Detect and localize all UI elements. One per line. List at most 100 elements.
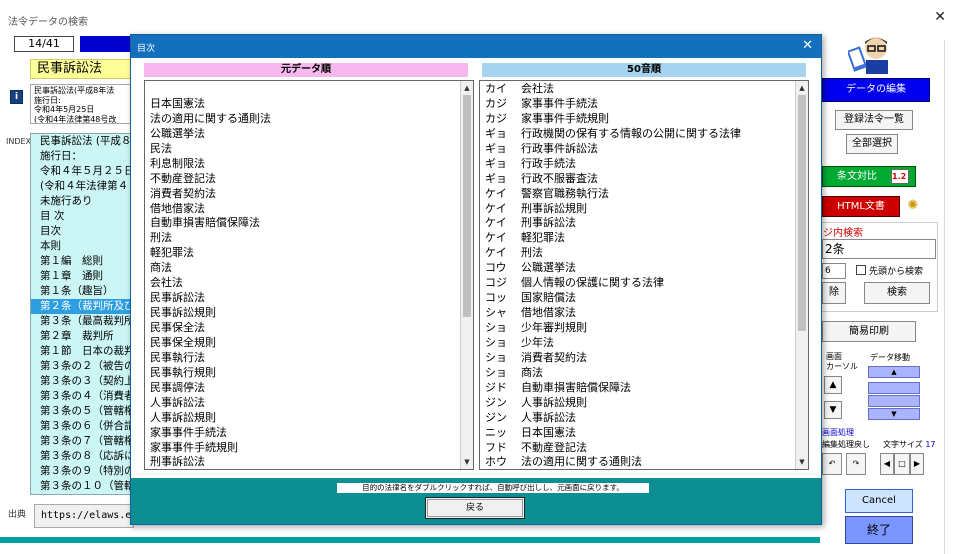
cancel-button[interactable]: Cancel: [845, 489, 913, 513]
index-item[interactable]: 第３条の３（契約上: [31, 374, 133, 389]
back-button[interactable]: 戻る: [425, 497, 525, 519]
left-list-scrollbar[interactable]: ▲ ▼: [460, 81, 473, 469]
law-kana-list-item[interactable]: ジン 人事訴訟法: [480, 410, 796, 425]
law-kana-list-item[interactable]: ケイ 刑法: [480, 245, 796, 260]
index-item[interactable]: 令和４年５月２５日: [31, 164, 133, 179]
cursor-down-button[interactable]: ▼: [824, 401, 842, 419]
index-item[interactable]: 第３条の６（併合請: [31, 419, 133, 434]
index-item[interactable]: 第１編 総則: [31, 254, 133, 269]
search-from-start-checkbox[interactable]: [856, 265, 866, 275]
clear-search-button[interactable]: 除: [822, 282, 846, 304]
font-smaller-icon[interactable]: ◀: [880, 453, 894, 475]
law-kana-list-item[interactable]: ケイ 刑事訴訟法: [480, 215, 796, 230]
law-kana-list-item[interactable]: ギョ 行政手続法: [480, 156, 796, 171]
law-kana-list-item[interactable]: シャ 借地借家法: [480, 305, 796, 320]
law-list-item[interactable]: 民事調停法: [145, 380, 461, 395]
law-kana-list-item[interactable]: フド 不動産登記法: [480, 440, 796, 455]
index-item[interactable]: 第１節 日本の裁判: [31, 344, 133, 359]
law-list-item[interactable]: 日本国憲法: [145, 96, 461, 111]
redo-icon[interactable]: ↷: [846, 453, 866, 475]
article-compare-button[interactable]: 条文対比 1.2: [822, 166, 916, 187]
law-list-item[interactable]: 民事訴訟規則: [145, 305, 461, 320]
law-list-item[interactable]: 民法: [145, 141, 461, 156]
scroll-up-icon[interactable]: ▲: [461, 82, 473, 94]
law-list-item[interactable]: 人事訴訟規則: [145, 410, 461, 425]
law-kana-list-item[interactable]: ホウ 法の適用に関する通則法: [480, 454, 796, 469]
law-list-item[interactable]: 刑事訴訟法: [145, 454, 461, 469]
law-kana-list-item[interactable]: ケイ 刑事訴訟規則: [480, 201, 796, 216]
law-list-item[interactable]: 軽犯罪法: [145, 245, 461, 260]
law-kana-list-item[interactable]: ショ 消費者契約法: [480, 350, 796, 365]
law-kana-list-item[interactable]: コジ 個人情報の保護に関する法律: [480, 275, 796, 290]
index-item[interactable]: 未施行あり: [31, 194, 133, 209]
law-list-item[interactable]: 自動車損害賠償保障法: [145, 215, 461, 230]
index-item[interactable]: 第３条の４（消費者: [31, 389, 133, 404]
font-reset-icon[interactable]: □: [894, 453, 910, 475]
law-list-item[interactable]: 家事事件手続法: [145, 425, 461, 440]
law-list-item[interactable]: 人事訴訟法: [145, 395, 461, 410]
law-list-item[interactable]: 利息制限法: [145, 156, 461, 171]
scroll-down-icon[interactable]: ▼: [796, 456, 808, 468]
index-item[interactable]: 第３条の７（管轄権: [31, 434, 133, 449]
law-kana-list-item[interactable]: カイ 会社法: [480, 81, 796, 96]
law-list-item[interactable]: 家事事件手続規則: [145, 440, 461, 455]
law-list-item[interactable]: 刑法: [145, 230, 461, 245]
source-url-field[interactable]: https://elaws.e-go: [34, 504, 134, 528]
index-item[interactable]: 第３条の２（被告の: [31, 359, 133, 374]
law-list-item[interactable]: 民事保全法: [145, 320, 461, 335]
font-larger-icon[interactable]: ▶: [910, 453, 924, 475]
index-item[interactable]: 施行日：: [31, 149, 133, 164]
info-icon[interactable]: i: [10, 90, 23, 104]
undo-icon[interactable]: ↶: [822, 453, 842, 475]
law-list-item[interactable]: 民事保全規則: [145, 335, 461, 350]
law-kana-list-item[interactable]: ショ 少年法: [480, 335, 796, 350]
index-item[interactable]: 目次: [31, 224, 133, 239]
law-kana-list-item[interactable]: ジン 人事訴訟規則: [480, 395, 796, 410]
scroll-thumb[interactable]: [463, 95, 471, 317]
law-kana-list-item[interactable]: コッ 国家賠償法: [480, 290, 796, 305]
dialog-title-bar[interactable]: 目次 ✕: [131, 35, 821, 58]
law-list-item[interactable]: 消費者契約法: [145, 186, 461, 201]
search-input[interactable]: 2条: [822, 239, 936, 259]
index-item[interactable]: 第３条の９（特別の: [31, 464, 133, 479]
index-item[interactable]: 目 次: [31, 209, 133, 224]
data-move-mid2-button[interactable]: [868, 395, 920, 407]
edit-data-button[interactable]: データの編集: [822, 78, 930, 102]
index-item[interactable]: 第２条（裁判所及び: [31, 299, 133, 314]
law-kana-list-item[interactable]: カジ 家事事件手続法: [480, 96, 796, 111]
index-item[interactable]: 第１条（趣旨）: [31, 284, 133, 299]
law-kana-list-item[interactable]: ギョ 行政事件訴訟法: [480, 141, 796, 156]
data-move-down-button[interactable]: ▼: [868, 408, 920, 420]
law-list-item[interactable]: 公職選挙法: [145, 126, 461, 141]
law-kana-list-item[interactable]: ケイ 軽犯罪法: [480, 230, 796, 245]
index-item[interactable]: 第３条の５（管轄権: [31, 404, 133, 419]
right-list-scrollbar[interactable]: ▲ ▼: [795, 81, 808, 469]
law-kana-list-item[interactable]: ショ 商法: [480, 365, 796, 380]
law-kana-list-item[interactable]: カジ 家事事件手続規則: [480, 111, 796, 126]
exit-button[interactable]: 終了: [845, 516, 913, 544]
lightbulb-icon[interactable]: ✺: [904, 197, 922, 215]
scroll-up-icon[interactable]: ▲: [796, 82, 808, 94]
index-item[interactable]: 第２章 裁判所: [31, 329, 133, 344]
law-list-item[interactable]: 民事執行規則: [145, 365, 461, 380]
law-list-item[interactable]: 法の適用に関する通則法: [145, 111, 461, 126]
law-list-item[interactable]: 不動産登記法: [145, 171, 461, 186]
index-item[interactable]: 第３条の１０（管轄: [31, 479, 133, 494]
index-item[interactable]: 第３条の８（応訴に: [31, 449, 133, 464]
law-kana-list-item[interactable]: ギョ 行政不服審査法: [480, 171, 796, 186]
law-list-item[interactable]: 借地借家法: [145, 201, 461, 216]
law-list-item[interactable]: 民事執行法: [145, 350, 461, 365]
select-all-button[interactable]: 全部選択: [846, 134, 898, 154]
search-button[interactable]: 検索: [864, 282, 930, 304]
index-item[interactable]: 本則: [31, 239, 133, 254]
simple-print-button[interactable]: 簡易印刷: [822, 321, 916, 342]
main-close-icon[interactable]: ✕: [934, 10, 946, 24]
index-item[interactable]: 民事訴訟法 (平成８: [31, 134, 133, 149]
kana-order-list[interactable]: カイ 会社法 カジ 家事事件手続法 カジ 家事事件手続規則 ギョ 行政機関の保有する情報の公開…: [479, 80, 809, 470]
data-move-up-button[interactable]: ▲: [868, 366, 920, 378]
law-list-item[interactable]: 商法: [145, 260, 461, 275]
scroll-thumb[interactable]: [798, 95, 806, 331]
law-kana-list-item[interactable]: ショ 少年審判規則: [480, 320, 796, 335]
index-item[interactable]: 第３条（最高裁判所: [31, 314, 133, 329]
law-kana-list-item[interactable]: ジド 自動車損害賠償保障法: [480, 380, 796, 395]
